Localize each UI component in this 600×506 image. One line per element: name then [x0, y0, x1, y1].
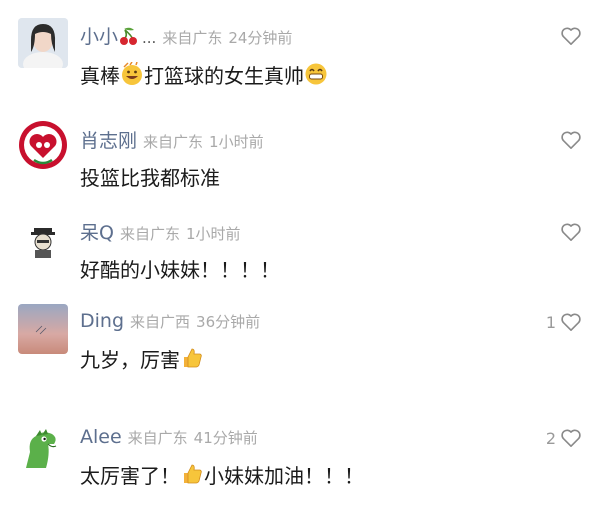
- avatar[interactable]: [18, 120, 68, 170]
- location: 来自广东: [143, 133, 204, 151]
- avatar[interactable]: [18, 18, 68, 68]
- timestamp: 41分钟前: [193, 429, 258, 447]
- comment-item: 呆Q 来自广东 1小时前 好酷的小妹妹！！！！: [0, 202, 600, 294]
- username[interactable]: Alee: [80, 426, 122, 448]
- cherry-icon: [118, 26, 140, 50]
- heart-outline-icon: [560, 222, 582, 242]
- like-button[interactable]: 2: [546, 428, 582, 448]
- heart-outline-icon: [560, 312, 582, 332]
- like-count: 2: [545, 428, 556, 448]
- like-button[interactable]: [560, 26, 582, 46]
- username[interactable]: 呆Q: [80, 222, 114, 244]
- like-button[interactable]: [560, 222, 582, 242]
- comment-header: Ding 来自广西 36分钟前: [80, 310, 260, 336]
- comment-body: 真棒 打篮球的女生真帅: [80, 60, 328, 91]
- comment-body: 好酷的小妹妹！！！！: [80, 258, 280, 282]
- avatar[interactable]: [18, 214, 68, 264]
- comment-item: 肖志刚 来自广东 1小时前 投篮比我都标准: [0, 110, 600, 202]
- timestamp: 24分钟前: [228, 29, 293, 47]
- thumbs-up-icon: [180, 346, 204, 375]
- location: 来自广东: [127, 429, 188, 447]
- heart-outline-icon: [560, 130, 582, 150]
- like-button[interactable]: [560, 130, 582, 150]
- comment-text: 小妹妹加油！！！: [204, 464, 364, 488]
- comment-body: 投篮比我都标准: [80, 166, 220, 190]
- grinning-face-icon: [120, 61, 144, 91]
- avatar[interactable]: [18, 422, 68, 472]
- like-button[interactable]: 1: [546, 312, 582, 332]
- avatar-dinosaur: [18, 422, 68, 472]
- thumbs-up-icon: [180, 462, 204, 491]
- avatar-photo: [18, 18, 68, 68]
- comment-header: 肖志刚 来自广东 1小时前: [80, 126, 264, 152]
- username[interactable]: Ding: [80, 310, 124, 332]
- comment-item: 小小 ... 来自广东 24分钟前 真棒 打篮球的女生真帅: [0, 0, 600, 110]
- comment-text: 打篮球的女生真帅: [144, 64, 304, 88]
- grinning-face-icon: [304, 62, 328, 91]
- username[interactable]: 小小: [80, 26, 118, 48]
- comment-header: Alee 来自广东 41分钟前: [80, 426, 258, 452]
- username-ellipsis: ...: [142, 29, 157, 47]
- comment-text: 太厉害了！: [80, 464, 180, 488]
- username[interactable]: 肖志刚: [80, 130, 137, 152]
- avatar-logo: [19, 121, 67, 169]
- timestamp: 1小时前: [185, 225, 241, 243]
- timestamp: 36分钟前: [196, 313, 261, 331]
- heart-outline-icon: [560, 428, 582, 448]
- timestamp: 1小时前: [209, 133, 264, 151]
- comment-item: Alee 来自广东 41分钟前 2 太厉害了！ 小妹妹加油！！！: [0, 404, 600, 506]
- comment-header: 小小 ... 来自广东 24分钟前: [80, 22, 292, 48]
- avatar-cartoon: [18, 214, 68, 264]
- comment-text: 九岁，厉害: [80, 348, 180, 372]
- like-count: 1: [545, 312, 556, 332]
- comment-item: Ding 来自广西 36分钟前 1 九岁，厉害: [0, 294, 600, 404]
- avatar[interactable]: [18, 304, 68, 354]
- location: 来自广西: [130, 313, 191, 331]
- comment-body: 九岁，厉害: [80, 344, 204, 375]
- location: 来自广东: [119, 225, 180, 243]
- avatar-sunset: [18, 304, 68, 354]
- heart-outline-icon: [560, 26, 582, 46]
- comment-body: 太厉害了！ 小妹妹加油！！！: [80, 460, 364, 491]
- location: 来自广东: [162, 29, 223, 47]
- comment-text: 真棒: [80, 64, 120, 88]
- comment-header: 呆Q 来自广东 1小时前: [80, 218, 241, 244]
